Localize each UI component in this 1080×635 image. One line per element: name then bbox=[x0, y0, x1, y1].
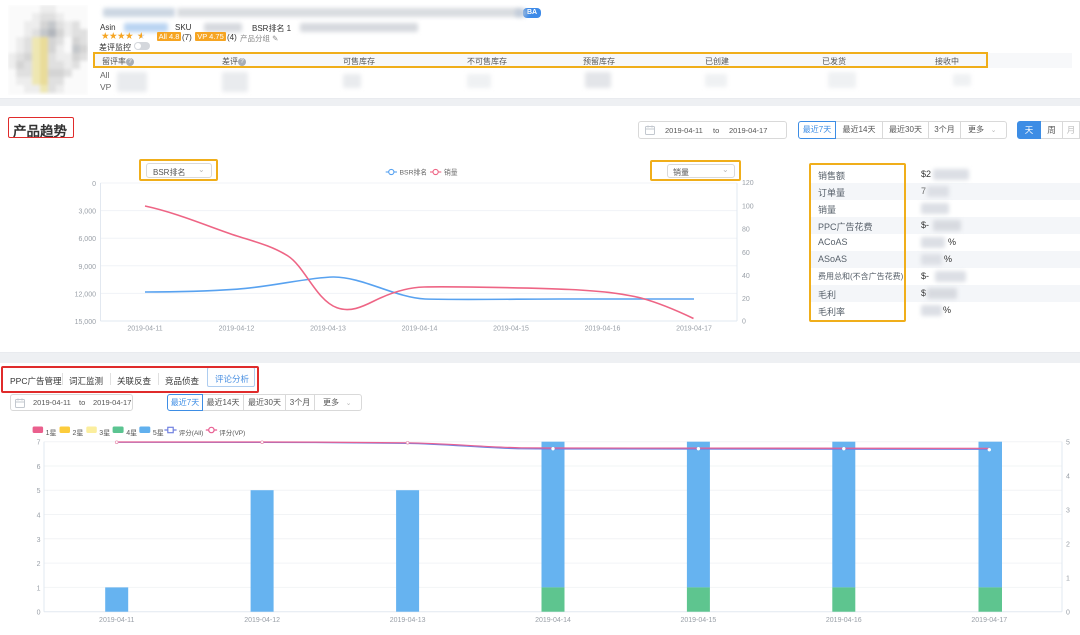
svg-text:4: 4 bbox=[37, 513, 41, 520]
svg-text:3,000: 3,000 bbox=[78, 209, 96, 216]
svg-text:0: 0 bbox=[1066, 610, 1070, 617]
svg-text:2019-04-17: 2019-04-17 bbox=[676, 326, 712, 333]
svg-text:0: 0 bbox=[92, 181, 96, 188]
svg-text:4星: 4星 bbox=[126, 429, 137, 437]
svg-text:80: 80 bbox=[742, 227, 750, 234]
svg-text:7: 7 bbox=[37, 440, 41, 447]
svg-text:评分(VP): 评分(VP) bbox=[219, 428, 245, 437]
svg-text:60: 60 bbox=[742, 250, 750, 257]
svg-text:40: 40 bbox=[742, 273, 750, 280]
svg-text:120: 120 bbox=[742, 180, 754, 187]
svg-text:4: 4 bbox=[1066, 474, 1070, 481]
svg-text:2019-04-14: 2019-04-14 bbox=[535, 617, 571, 624]
svg-text:2星: 2星 bbox=[73, 429, 84, 437]
svg-text:2: 2 bbox=[37, 561, 41, 568]
svg-text:3星: 3星 bbox=[99, 429, 110, 437]
svg-text:2019-04-17: 2019-04-17 bbox=[971, 617, 1007, 624]
svg-text:15,000: 15,000 bbox=[75, 319, 97, 326]
svg-text:100: 100 bbox=[742, 204, 754, 211]
svg-text:2: 2 bbox=[1066, 542, 1070, 549]
svg-text:2019-04-11: 2019-04-11 bbox=[99, 617, 134, 624]
svg-text:2019-04-16: 2019-04-16 bbox=[826, 617, 862, 624]
svg-text:0: 0 bbox=[742, 319, 746, 326]
svg-text:2019-04-11: 2019-04-11 bbox=[127, 326, 162, 333]
svg-text:0: 0 bbox=[37, 610, 41, 617]
svg-text:3: 3 bbox=[37, 537, 41, 544]
svg-text:12,000: 12,000 bbox=[75, 291, 97, 298]
svg-text:2019-04-12: 2019-04-12 bbox=[244, 617, 280, 624]
svg-text:2019-04-13: 2019-04-13 bbox=[390, 617, 426, 624]
svg-text:1: 1 bbox=[37, 585, 41, 592]
svg-text:5: 5 bbox=[1066, 440, 1070, 447]
svg-text:2019-04-13: 2019-04-13 bbox=[310, 326, 346, 333]
svg-text:2019-04-12: 2019-04-12 bbox=[219, 326, 255, 333]
svg-text:1: 1 bbox=[1066, 576, 1070, 583]
svg-text:6,000: 6,000 bbox=[78, 236, 96, 243]
svg-text:9,000: 9,000 bbox=[78, 264, 96, 271]
svg-text:2019-04-15: 2019-04-15 bbox=[493, 326, 529, 333]
svg-text:评分(All): 评分(All) bbox=[179, 428, 204, 437]
svg-text:5星: 5星 bbox=[153, 429, 164, 437]
svg-text:20: 20 bbox=[742, 296, 750, 303]
svg-text:6: 6 bbox=[37, 464, 41, 471]
svg-text:2019-04-16: 2019-04-16 bbox=[585, 326, 621, 333]
svg-text:5: 5 bbox=[37, 488, 41, 495]
svg-text:销量: 销量 bbox=[444, 168, 458, 177]
svg-text:1星: 1星 bbox=[46, 429, 57, 437]
svg-text:2019-04-14: 2019-04-14 bbox=[402, 326, 438, 333]
svg-text:BSR排名: BSR排名 bbox=[400, 168, 428, 177]
svg-text:2019-04-15: 2019-04-15 bbox=[680, 617, 716, 624]
svg-text:3: 3 bbox=[1066, 508, 1070, 515]
